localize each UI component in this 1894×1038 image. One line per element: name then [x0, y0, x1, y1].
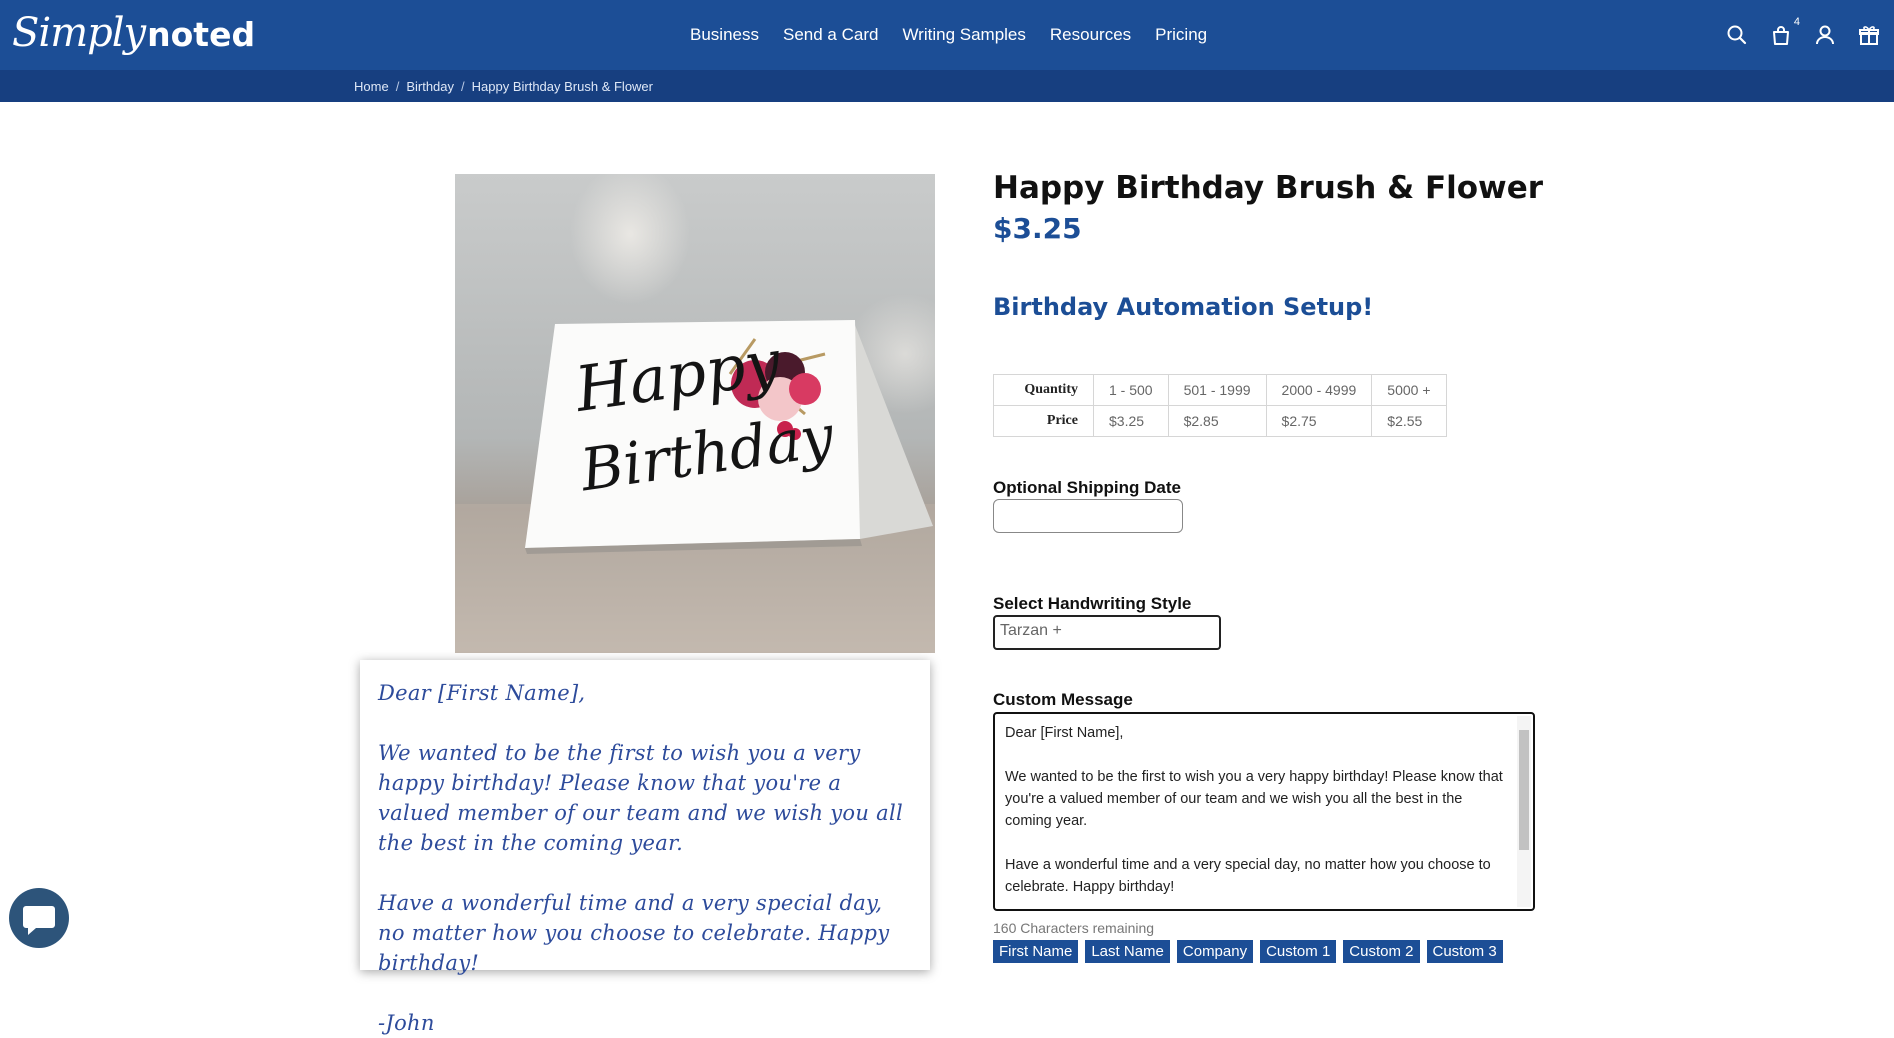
tag-custom-3-button[interactable]: Custom 3 [1426, 940, 1503, 963]
simplynoted-logo[interactable]: Simply noted [12, 10, 255, 62]
breadcrumb-bar: Home / Birthday / Happy Birthday Brush &… [0, 70, 1894, 102]
preview-paragraph-2: Have a wonderful time and a very special… [378, 891, 890, 975]
characters-remaining: 160 Characters remaining [993, 920, 1155, 936]
table-row: Price $3.25 $2.85 $2.75 $2.55 [993, 405, 1447, 437]
breadcrumb-birthday[interactable]: Birthday [406, 79, 454, 94]
user-icon[interactable] [1814, 24, 1836, 46]
tag-custom-1-button[interactable]: Custom 1 [1260, 940, 1337, 963]
scrollbar-thumb[interactable] [1519, 730, 1529, 850]
custom-message-textarea[interactable]: Dear [First Name], We wanted to be the f… [993, 712, 1535, 911]
handwriting-style-select[interactable]: Tarzan + [993, 615, 1221, 650]
breadcrumb-home[interactable]: Home [354, 79, 389, 94]
message-line: Have a wonderful time and a very special… [1005, 857, 1491, 895]
header-icons: 4 [1726, 0, 1880, 70]
table-cell: $2.85 [1167, 405, 1267, 437]
tag-first-name-button[interactable]: First Name [993, 940, 1079, 963]
logo-script-text: Simply [12, 10, 146, 56]
nav-pricing[interactable]: Pricing [1155, 25, 1207, 45]
tag-custom-2-button[interactable]: Custom 2 [1343, 940, 1420, 963]
tag-company-button[interactable]: Company [1176, 940, 1254, 963]
shipping-date-input[interactable] [993, 499, 1183, 533]
preview-paragraph-1: We wanted to be the first to wish you a … [378, 741, 904, 855]
table-row: Quantity 1 - 500 501 - 1999 2000 - 4999 … [993, 374, 1447, 406]
merge-tag-buttons: First Name Last Name Company Custom 1 Cu… [993, 940, 1503, 963]
price-header: Price [993, 405, 1094, 437]
tag-last-name-button[interactable]: Last Name [1085, 940, 1170, 963]
breadcrumb-separator: / [395, 78, 400, 94]
nav-send-a-card[interactable]: Send a Card [783, 25, 878, 45]
chat-widget-button[interactable] [9, 888, 69, 948]
nav-business[interactable]: Business [690, 25, 759, 45]
breadcrumb-separator: / [461, 78, 465, 94]
table-cell: 5000 + [1371, 374, 1447, 406]
chat-bubble-icon [23, 906, 55, 935]
shopping-bag-icon[interactable]: 4 [1770, 16, 1800, 46]
nav-resources[interactable]: Resources [1050, 25, 1131, 45]
product-title: Happy Birthday Brush & Flower [993, 170, 1544, 206]
logo-bold-text: noted [147, 15, 256, 54]
nav-writing-samples[interactable]: Writing Samples [902, 25, 1025, 45]
table-cell: $3.25 [1093, 405, 1169, 437]
table-cell: $2.75 [1265, 405, 1373, 437]
message-line [1005, 832, 1503, 854]
cart-count-badge: 4 [1793, 16, 1800, 28]
product-subtitle: Birthday Automation Setup! [993, 293, 1374, 321]
message-line: Dear [First Name], [1005, 725, 1124, 741]
message-line: We wanted to be the first to wish you a … [1005, 769, 1503, 829]
preview-greeting: Dear [First Name], [378, 681, 586, 705]
product-image[interactable]: Happy Birthday [455, 174, 935, 653]
custom-message-label: Custom Message [993, 690, 1133, 709]
table-cell: $2.55 [1371, 405, 1447, 437]
product-price: $3.25 [993, 212, 1082, 245]
top-navigation-bar: Simply noted Business Send a Card Writin… [0, 0, 1894, 70]
quantity-header: Quantity [993, 374, 1094, 406]
breadcrumb-current: Happy Birthday Brush & Flower [471, 78, 653, 94]
preview-signoff: -John [378, 1011, 435, 1035]
breadcrumb: Home / Birthday / Happy Birthday Brush &… [354, 70, 653, 102]
table-cell: 2000 - 4999 [1265, 374, 1373, 406]
textarea-scrollbar[interactable] [1517, 716, 1531, 907]
search-icon[interactable] [1726, 24, 1748, 46]
quantity-pricing-table: Quantity 1 - 500 501 - 1999 2000 - 4999 … [993, 374, 1447, 437]
handwriting-style-label: Select Handwriting Style [993, 594, 1192, 613]
handwriting-preview: Dear [First Name], We wanted to be the f… [360, 660, 930, 1035]
gift-icon[interactable] [1858, 24, 1880, 46]
main-nav: Business Send a Card Writing Samples Res… [690, 0, 1231, 70]
table-cell: 501 - 1999 [1167, 374, 1267, 406]
message-line [1005, 744, 1503, 766]
shipping-date-label: Optional Shipping Date [993, 478, 1181, 497]
table-cell: 1 - 500 [1093, 374, 1169, 406]
